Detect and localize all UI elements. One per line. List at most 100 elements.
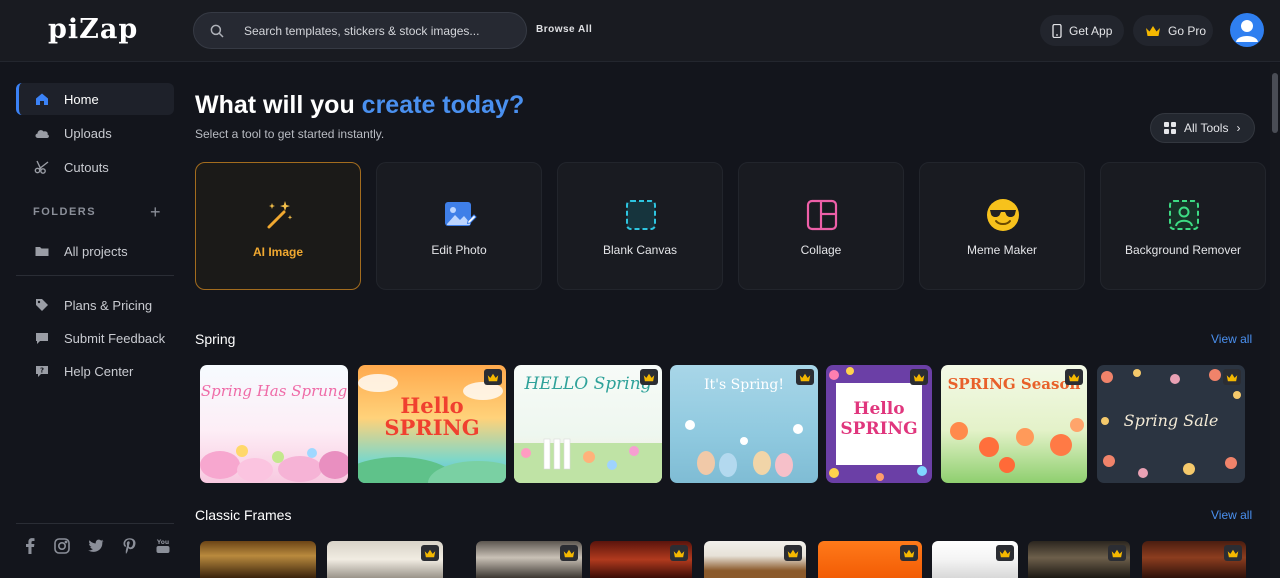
get-app-label: Get App: [1069, 23, 1113, 38]
sidebar-divider: [16, 523, 174, 524]
all-tools-button[interactable]: All Tools ›: [1150, 113, 1255, 143]
youtube-icon[interactable]: You: [154, 537, 172, 555]
scrollbar-thumb[interactable]: [1272, 73, 1278, 133]
all-tools-label: All Tools: [1184, 121, 1229, 135]
spring-view-all-link[interactable]: View all: [1211, 332, 1252, 346]
classic-frames-view-all-link[interactable]: View all: [1211, 508, 1252, 522]
sidebar-item-plans-pricing[interactable]: Plans & Pricing: [16, 289, 174, 321]
tag-icon: [34, 297, 50, 313]
template-card[interactable]: Spring Sale: [1097, 365, 1245, 483]
phone-icon: [1052, 23, 1062, 38]
frame-card[interactable]: [590, 541, 692, 578]
go-pro-label: Go Pro: [1168, 23, 1207, 38]
sidebar-item-help-center[interactable]: ? Help Center: [16, 355, 174, 387]
folders-heading: FOLDERS: [33, 206, 97, 218]
card-title: Hello SPRING: [384, 393, 480, 440]
card-title: Spring Sale: [1123, 411, 1219, 430]
sidebar-item-all-projects[interactable]: All projects: [16, 235, 174, 267]
section-title-classic-frames: Classic Frames: [195, 507, 292, 523]
sidebar-divider: [16, 275, 174, 276]
frame-card[interactable]: [1028, 541, 1130, 578]
search-icon: [210, 24, 224, 38]
cloud-upload-icon: [34, 125, 50, 141]
template-card[interactable]: SPRING Season: [941, 365, 1087, 483]
svg-text:You: You: [156, 539, 169, 546]
frame-card[interactable]: [327, 541, 443, 578]
tool-label: Edit Photo: [431, 243, 487, 257]
search-bar[interactable]: Search templates, stickers & stock image…: [193, 12, 527, 49]
collage-icon: [805, 198, 839, 232]
tool-label: Collage: [800, 243, 842, 257]
sidebar-item-home[interactable]: Home: [16, 83, 174, 115]
premium-crown-icon: [1224, 545, 1242, 561]
premium-crown-icon: [1223, 369, 1241, 385]
sidebar-item-label: Cutouts: [64, 159, 109, 175]
svg-text:?: ?: [40, 366, 44, 374]
frame-card[interactable]: [200, 541, 316, 578]
instagram-icon[interactable]: [53, 537, 71, 555]
tool-collage[interactable]: Collage: [738, 162, 904, 290]
folder-icon: [34, 243, 50, 259]
crown-icon: [1146, 25, 1160, 36]
sidebar-item-cutouts[interactable]: Cutouts: [16, 151, 174, 183]
template-card[interactable]: Hello SPRING: [358, 365, 506, 483]
card-title: Spring Has Sprung: [200, 382, 348, 400]
chat-icon: [34, 330, 50, 346]
section-title-spring: Spring: [195, 331, 236, 347]
premium-crown-icon: [560, 545, 578, 561]
tool-edit-photo[interactable]: Edit Photo: [376, 162, 542, 290]
go-pro-button[interactable]: Go Pro: [1133, 15, 1213, 46]
pizap-logo[interactable]: piZap: [48, 14, 138, 45]
page-subtitle: Select a tool to get started instantly.: [195, 127, 385, 141]
tool-label: Blank Canvas: [602, 243, 678, 257]
sidebar-item-label: All projects: [64, 243, 128, 259]
tool-meme-maker[interactable]: Meme Maker: [919, 162, 1085, 290]
premium-crown-icon: [796, 369, 814, 385]
sidebar-item-label: Home: [64, 91, 99, 107]
premium-crown-icon: [1108, 545, 1126, 561]
tool-ai-image[interactable]: AI Image: [195, 162, 361, 290]
tool-blank-canvas[interactable]: Blank Canvas: [557, 162, 723, 290]
template-card[interactable]: HELLO Spring: [514, 365, 662, 483]
page-title: What will you create today?: [195, 91, 524, 120]
search-input[interactable]: Search templates, stickers & stock image…: [244, 24, 479, 38]
premium-crown-icon: [421, 545, 439, 561]
twitter-icon[interactable]: [87, 537, 105, 555]
page-scrollbar[interactable]: [1270, 63, 1280, 578]
sidebar-item-uploads[interactable]: Uploads: [16, 117, 174, 149]
facebook-icon[interactable]: [21, 537, 39, 555]
card-title: Hello SPRING: [840, 399, 918, 439]
add-folder-icon[interactable]: +: [150, 202, 161, 223]
pinterest-icon[interactable]: [120, 537, 138, 555]
browse-all-link[interactable]: Browse All: [536, 24, 592, 35]
sidebar-item-submit-feedback[interactable]: Submit Feedback: [16, 322, 174, 354]
frame-card[interactable]: [704, 541, 806, 578]
sidebar-item-label: Submit Feedback: [64, 330, 166, 346]
premium-crown-icon: [1065, 369, 1083, 385]
frame-card[interactable]: [1142, 541, 1246, 578]
person-cutout-icon: [1167, 198, 1201, 232]
premium-crown-icon: [900, 545, 918, 561]
premium-crown-icon: [670, 545, 688, 561]
user-avatar[interactable]: [1230, 13, 1264, 47]
sunglasses-emoji-icon: [986, 198, 1020, 232]
image-edit-icon: [443, 198, 477, 232]
help-icon: ?: [34, 363, 50, 379]
sidebar-item-label: Plans & Pricing: [64, 297, 153, 313]
get-app-button[interactable]: Get App: [1040, 15, 1124, 46]
frame-card[interactable]: [932, 541, 1018, 578]
home-icon: [34, 91, 50, 107]
sidebar-item-label: Help Center: [64, 363, 134, 379]
tool-label: AI Image: [252, 245, 303, 259]
frame-card[interactable]: [818, 541, 922, 578]
top-header: piZap Search templates, stickers & stock…: [0, 0, 1280, 62]
frame-card[interactable]: [476, 541, 582, 578]
template-card[interactable]: Spring Has Sprung: [200, 365, 348, 483]
premium-crown-icon: [996, 545, 1014, 561]
tool-label: Background Remover: [1124, 243, 1242, 257]
tool-background-remover[interactable]: Background Remover: [1100, 162, 1266, 290]
template-card[interactable]: It's Spring!: [670, 365, 818, 483]
page-title-accent: create today?: [361, 91, 525, 119]
template-card[interactable]: Hello SPRING: [826, 365, 932, 483]
tool-label: Meme Maker: [966, 243, 1037, 257]
